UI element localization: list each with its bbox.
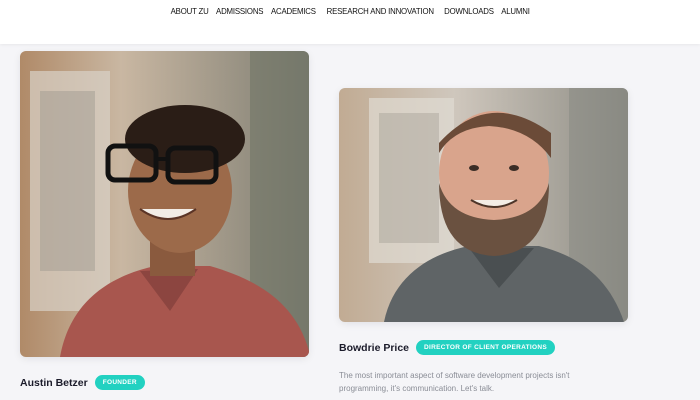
nav-item-research[interactable]: RESEARCH AND INNOVATION xyxy=(327,6,434,16)
nav-item-downloads[interactable]: DOWNLOADS xyxy=(445,6,495,16)
main-nav: ABOUT ZU ADMISSIONS ACADEMICS RESEARCH A… xyxy=(0,6,700,16)
role-badge: DIRECTOR OF CLIENT OPERATIONS xyxy=(416,340,555,355)
nav-item-about[interactable]: ABOUT ZU xyxy=(170,6,208,16)
team-member-name: Bowdrie Price xyxy=(339,341,410,354)
team-member-photo-austin xyxy=(20,51,309,357)
nav-item-alumni[interactable]: ALUMNI xyxy=(502,6,531,16)
team-member-header-austin: Austin Betzer FOUNDER xyxy=(20,375,145,390)
role-badge: FOUNDER xyxy=(94,375,145,390)
team-member-bio: The most important aspect of software de… xyxy=(339,371,570,393)
team-member-name: Austin Betzer xyxy=(20,376,88,389)
nav-item-academics[interactable]: ACADEMICS xyxy=(271,6,316,16)
team-member-photo-bowdrie xyxy=(339,88,628,322)
top-navigation-bar: ABOUT ZU ADMISSIONS ACADEMICS RESEARCH A… xyxy=(0,0,700,44)
nav-item-admissions[interactable]: ADMISSIONS xyxy=(216,6,263,16)
team-member-header-bowdrie: Bowdrie Price DIRECTOR OF CLIENT OPERATI… xyxy=(339,340,555,355)
